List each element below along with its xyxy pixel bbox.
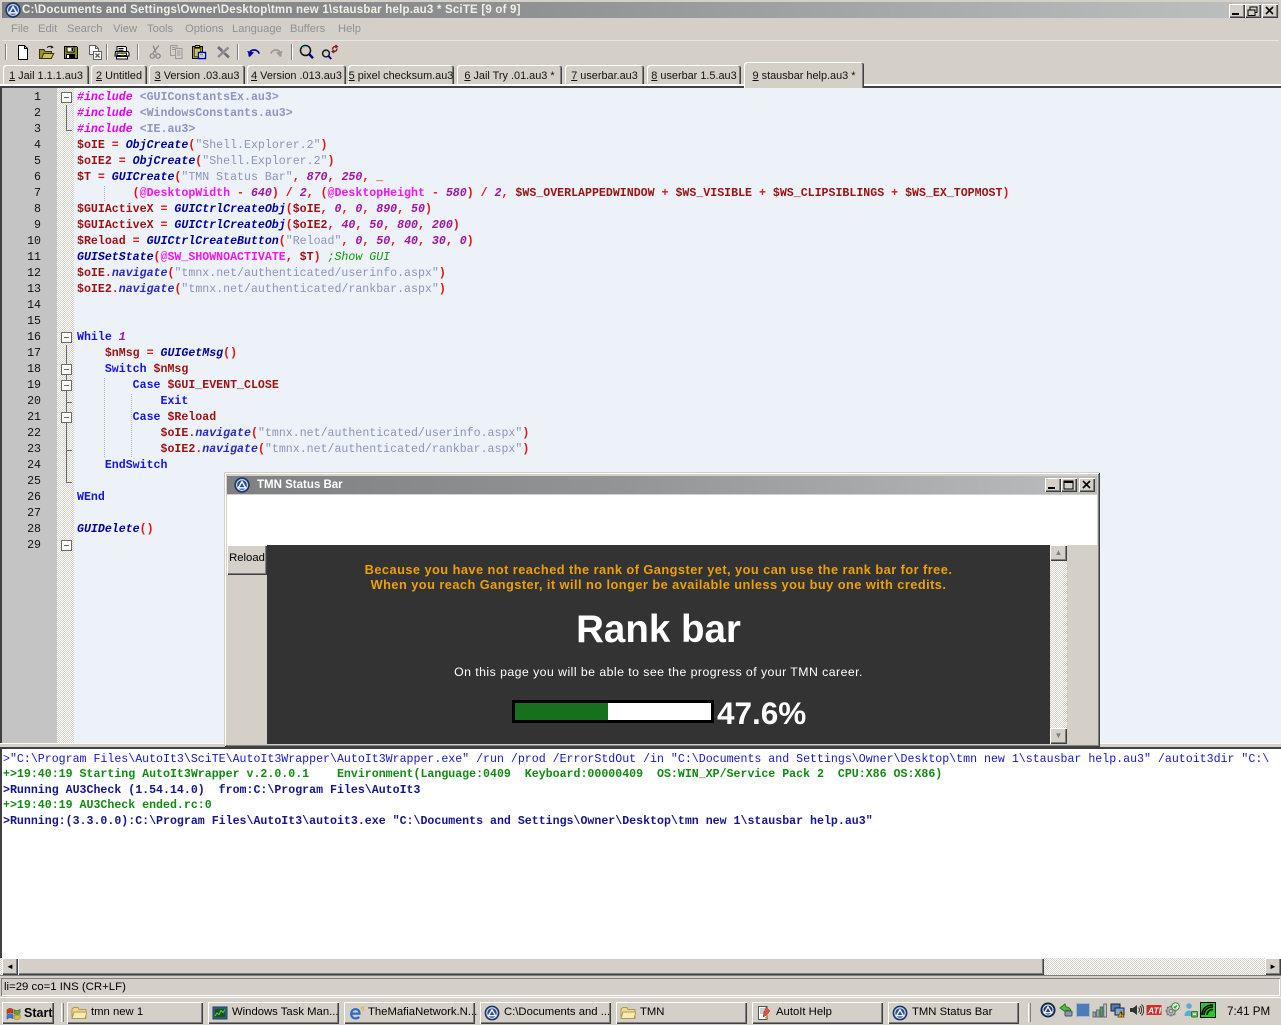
svg-text:ATI: ATI <box>1147 1006 1162 1016</box>
svg-text:!: ! <box>1120 1013 1122 1018</box>
